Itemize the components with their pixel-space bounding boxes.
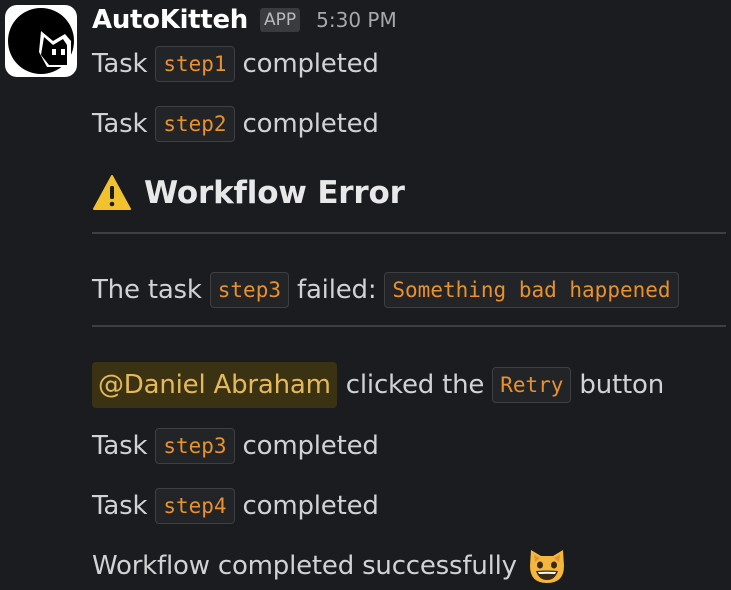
message-line: Task step4 completed <box>92 486 379 526</box>
click-line: @Daniel Abraham clicked the Retry button <box>92 362 664 408</box>
line-text: Task <box>92 491 148 521</box>
black-cat-icon <box>8 8 74 74</box>
inline-code: step2 <box>155 106 235 142</box>
user-mention[interactable]: @Daniel Abraham <box>92 362 337 408</box>
app-badge: APP <box>259 8 301 32</box>
error-title-text: Workflow Error <box>144 175 405 211</box>
error-line: The task step3 failed: Something bad hap… <box>92 270 687 310</box>
line-text: completed <box>242 49 379 79</box>
message-line: Task step3 completed <box>92 426 379 466</box>
warning-icon <box>93 175 131 210</box>
line-text: Task <box>92 431 148 461</box>
line-text: The task <box>92 275 202 305</box>
message-line: Task step1 completed <box>92 44 379 84</box>
app-avatar[interactable] <box>5 5 77 77</box>
line-text: clicked the <box>345 370 485 400</box>
divider <box>92 232 726 234</box>
final-line: Workflow completed successfully <box>92 546 567 586</box>
sender-name[interactable]: AutoKitteh <box>92 5 248 35</box>
inline-code: step3 <box>155 428 235 464</box>
line-text: completed <box>242 491 379 521</box>
line-text: Task <box>92 109 148 139</box>
inline-code: Retry <box>492 367 572 403</box>
inline-code: step3 <box>209 272 289 308</box>
divider <box>92 325 726 327</box>
message-header: AutoKitteh APP 5:30 PM <box>92 0 397 40</box>
line-text: completed <box>242 431 379 461</box>
message-timestamp[interactable]: 5:30 PM <box>316 8 397 32</box>
error-title: Workflow Error <box>92 173 405 213</box>
line-text: failed: <box>296 275 377 305</box>
grinning-cat-emoji-icon[interactable] <box>527 546 567 586</box>
inline-code-error: Something bad happened <box>384 272 679 308</box>
inline-code: step1 <box>155 46 235 82</box>
message-line: Task step2 completed <box>92 104 379 144</box>
line-text: completed <box>242 109 379 139</box>
line-text: button <box>579 370 664 400</box>
line-text: Task <box>92 49 148 79</box>
inline-code: step4 <box>155 488 235 524</box>
line-text: Workflow completed successfully <box>92 551 517 581</box>
